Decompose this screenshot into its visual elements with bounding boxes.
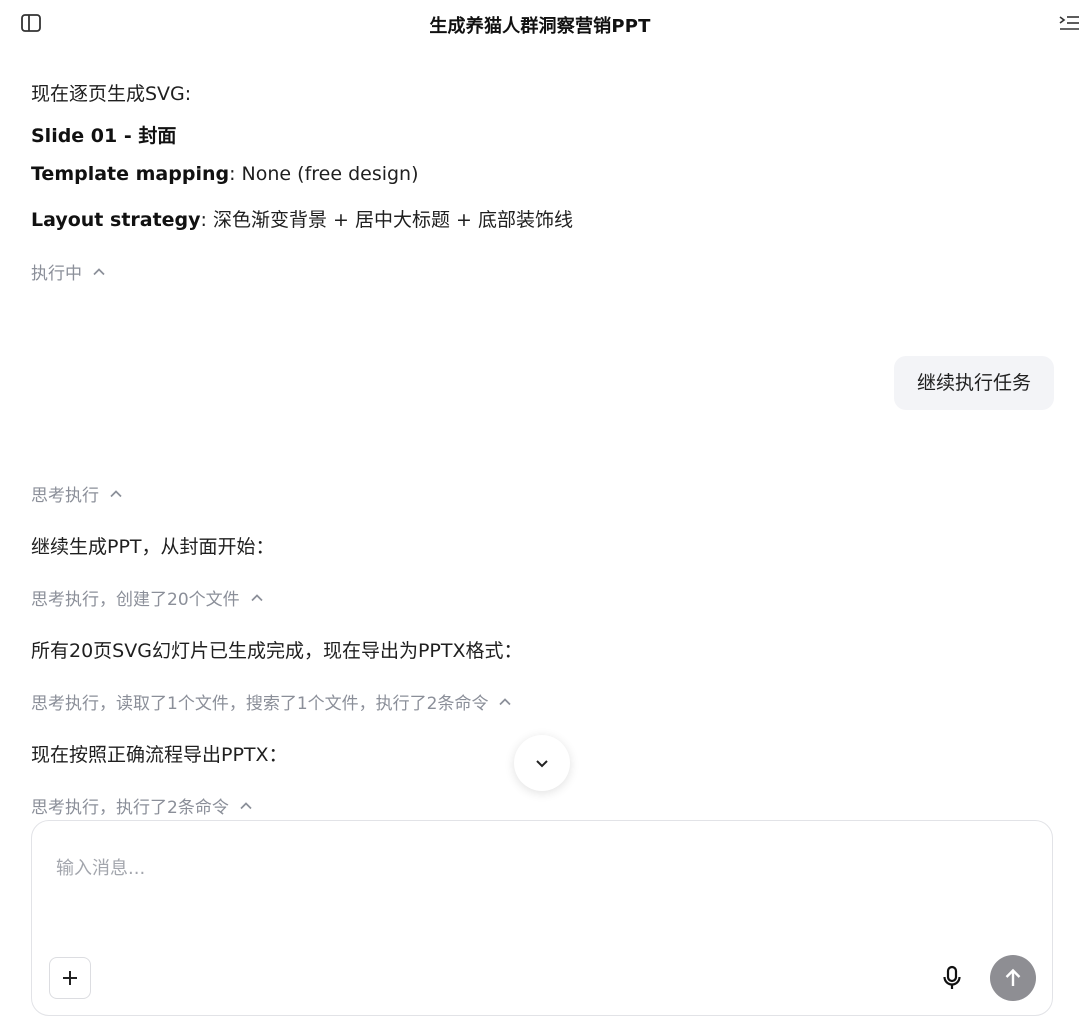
assistant-text-reply-3: 现在按照正确流程导出PPTX： [31,744,288,766]
arrow-up-icon [1005,968,1021,986]
chevron-up-icon [110,489,122,497]
thinking-label-1: 思考执行 [31,486,99,506]
message-composer [31,820,1053,1016]
thinking-label-2: 思考执行，创建了20个文件 [31,590,240,610]
chevron-down-icon [536,760,548,768]
chat-app: 生成养猫人群洞察营销PPT 现在逐页生成SVG: Slide 01 - 封面 T… [0,0,1080,1032]
layout-strategy-line: Layout strategy: 深色渐变背景 + 居中大标题 + 底部装饰线 [31,205,573,232]
chevron-up-icon [251,593,263,601]
thinking-toggle-4[interactable]: 思考执行，执行了2条命令 [31,793,253,818]
send-button[interactable] [990,955,1036,1001]
assistant-text-intro: 现在逐页生成SVG: [31,83,192,105]
layout-strategy-value: : 深色渐变背景 + 居中大标题 + 底部装饰线 [200,209,573,231]
scroll-to-bottom-button[interactable] [514,735,570,791]
thinking-label-3: 思考执行，读取了1个文件，搜索了1个文件，执行了2条命令 [31,694,489,714]
message-list: 现在逐页生成SVG: Slide 01 - 封面 Template mappin… [0,0,1080,820]
thinking-toggle-1[interactable]: 思考执行 [31,481,123,506]
assistant-text-reply-2: 所有20页SVG幻灯片已生成完成，现在导出为PPTX格式： [31,640,523,662]
running-status-label: 执行中 [31,264,82,284]
slide-title: Slide 01 - 封面 [31,125,177,147]
thinking-toggle-2[interactable]: 思考执行，创建了20个文件 [31,585,264,610]
template-mapping-label: Template mapping [31,163,230,185]
running-status-toggle[interactable]: 执行中 [31,259,106,284]
chevron-up-icon [93,267,105,275]
assistant-text-reply-1: 继续生成PPT，从封面开始： [31,536,275,558]
user-message-bubble: 继续执行任务 [893,356,1054,410]
plus-icon [63,971,77,985]
thinking-label-4: 思考执行，执行了2条命令 [31,798,229,818]
chevron-up-icon [499,697,512,705]
add-attachment-button[interactable] [49,957,91,999]
thinking-toggle-3[interactable]: 思考执行，读取了1个文件，搜索了1个文件，执行了2条命令 [31,689,512,714]
message-input[interactable] [54,847,1018,889]
chevron-up-icon [240,801,252,809]
template-mapping-line: Template mapping: None (free design) [31,163,419,185]
voice-input-button[interactable] [935,961,969,995]
layout-strategy-label: Layout strategy [31,209,201,231]
microphone-icon [943,965,961,989]
slide-heading: Slide 01 - 封面 [31,121,176,148]
template-mapping-value: : None (free design) [229,163,419,185]
